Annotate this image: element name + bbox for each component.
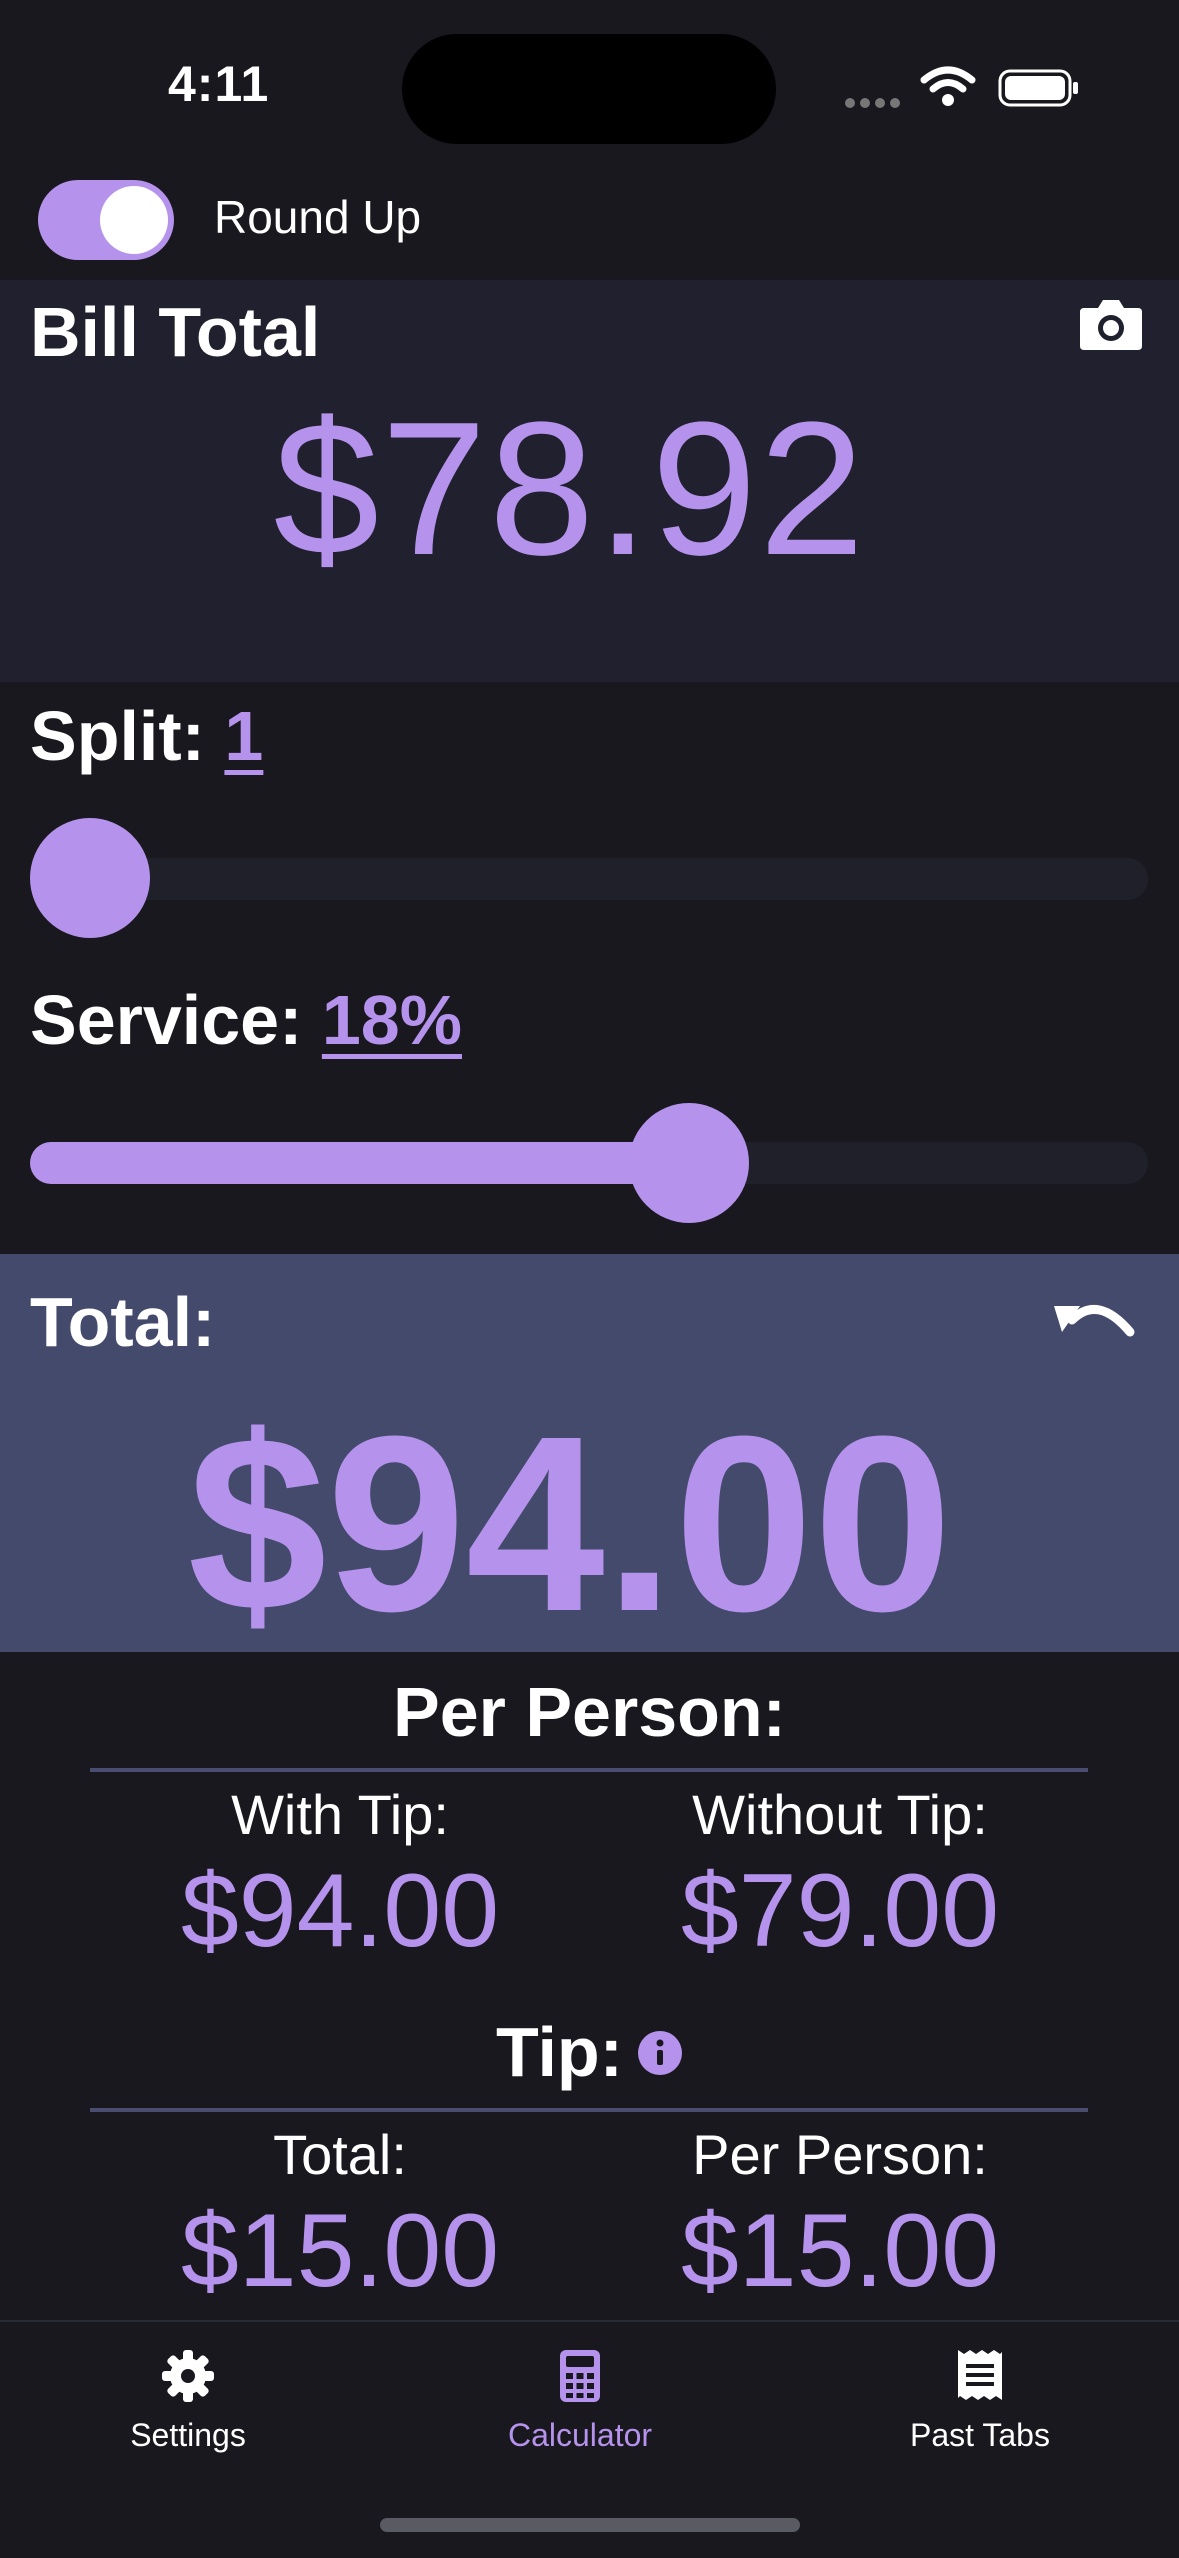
tip-title: Tip: xyxy=(495,2013,623,2091)
receipt-icon xyxy=(956,2350,1004,2408)
dynamic-island xyxy=(402,34,776,144)
tip-per-person-value: $15.00 xyxy=(680,2193,1000,2309)
without-tip-value: $79.00 xyxy=(680,1853,1000,1969)
split-slider-track[interactable] xyxy=(30,858,1148,900)
service-label: Service: xyxy=(30,981,303,1059)
status-time: 4:11 xyxy=(168,56,270,112)
tab-past-tabs[interactable]: Past Tabs xyxy=(830,2348,1130,2454)
split-row: Split: 1 xyxy=(30,696,263,776)
split-label: Split: xyxy=(30,697,205,775)
with-tip-label: With Tip: xyxy=(231,1783,449,1846)
divider xyxy=(90,2108,1088,2112)
calculator-icon xyxy=(558,2350,602,2408)
tip-total-label: Total: xyxy=(273,2123,407,2186)
service-value[interactable]: 18% xyxy=(322,981,462,1059)
with-tip-value: $94.00 xyxy=(180,1853,500,1969)
service-row: Service: 18% xyxy=(30,980,462,1060)
total-amount: $94.00 xyxy=(187,1384,953,1663)
round-up-label: Round Up xyxy=(214,191,422,243)
cellular-signal-icon xyxy=(845,95,905,109)
divider xyxy=(90,1768,1088,1772)
service-slider-thumb[interactable] xyxy=(628,1103,749,1223)
tab-calculator-label: Calculator xyxy=(507,2417,653,2453)
camera-icon[interactable] xyxy=(1078,296,1144,357)
without-tip-label: Without Tip: xyxy=(692,1783,988,1846)
per-person-title: Per Person: xyxy=(393,1673,786,1751)
home-indicator xyxy=(380,2518,800,2532)
toggle-knob xyxy=(100,186,168,254)
total-title: Total: xyxy=(30,1283,216,1361)
split-slider-thumb[interactable] xyxy=(30,818,150,938)
gear-icon xyxy=(160,2350,216,2408)
tab-settings[interactable]: Settings xyxy=(38,2348,338,2454)
bill-total-title: Bill Total xyxy=(30,293,321,371)
tab-past-tabs-label: Past Tabs xyxy=(910,2417,1050,2453)
battery-icon xyxy=(998,69,1080,112)
bill-amount[interactable]: $78.92 xyxy=(0,380,1140,598)
tab-settings-label: Settings xyxy=(130,2417,246,2453)
info-icon[interactable] xyxy=(637,2012,683,2092)
tip-total-value: $15.00 xyxy=(180,2193,500,2309)
tip-title-row: Tip: xyxy=(0,2012,1179,2098)
wifi-icon xyxy=(920,66,976,113)
round-up-toggle[interactable] xyxy=(38,180,174,260)
service-slider-fill xyxy=(30,1142,689,1184)
split-value[interactable]: 1 xyxy=(224,697,263,775)
tip-per-person-label: Per Person: xyxy=(692,2123,988,2186)
undo-icon[interactable] xyxy=(1050,1290,1142,1351)
tab-calculator[interactable]: Calculator xyxy=(430,2348,730,2454)
